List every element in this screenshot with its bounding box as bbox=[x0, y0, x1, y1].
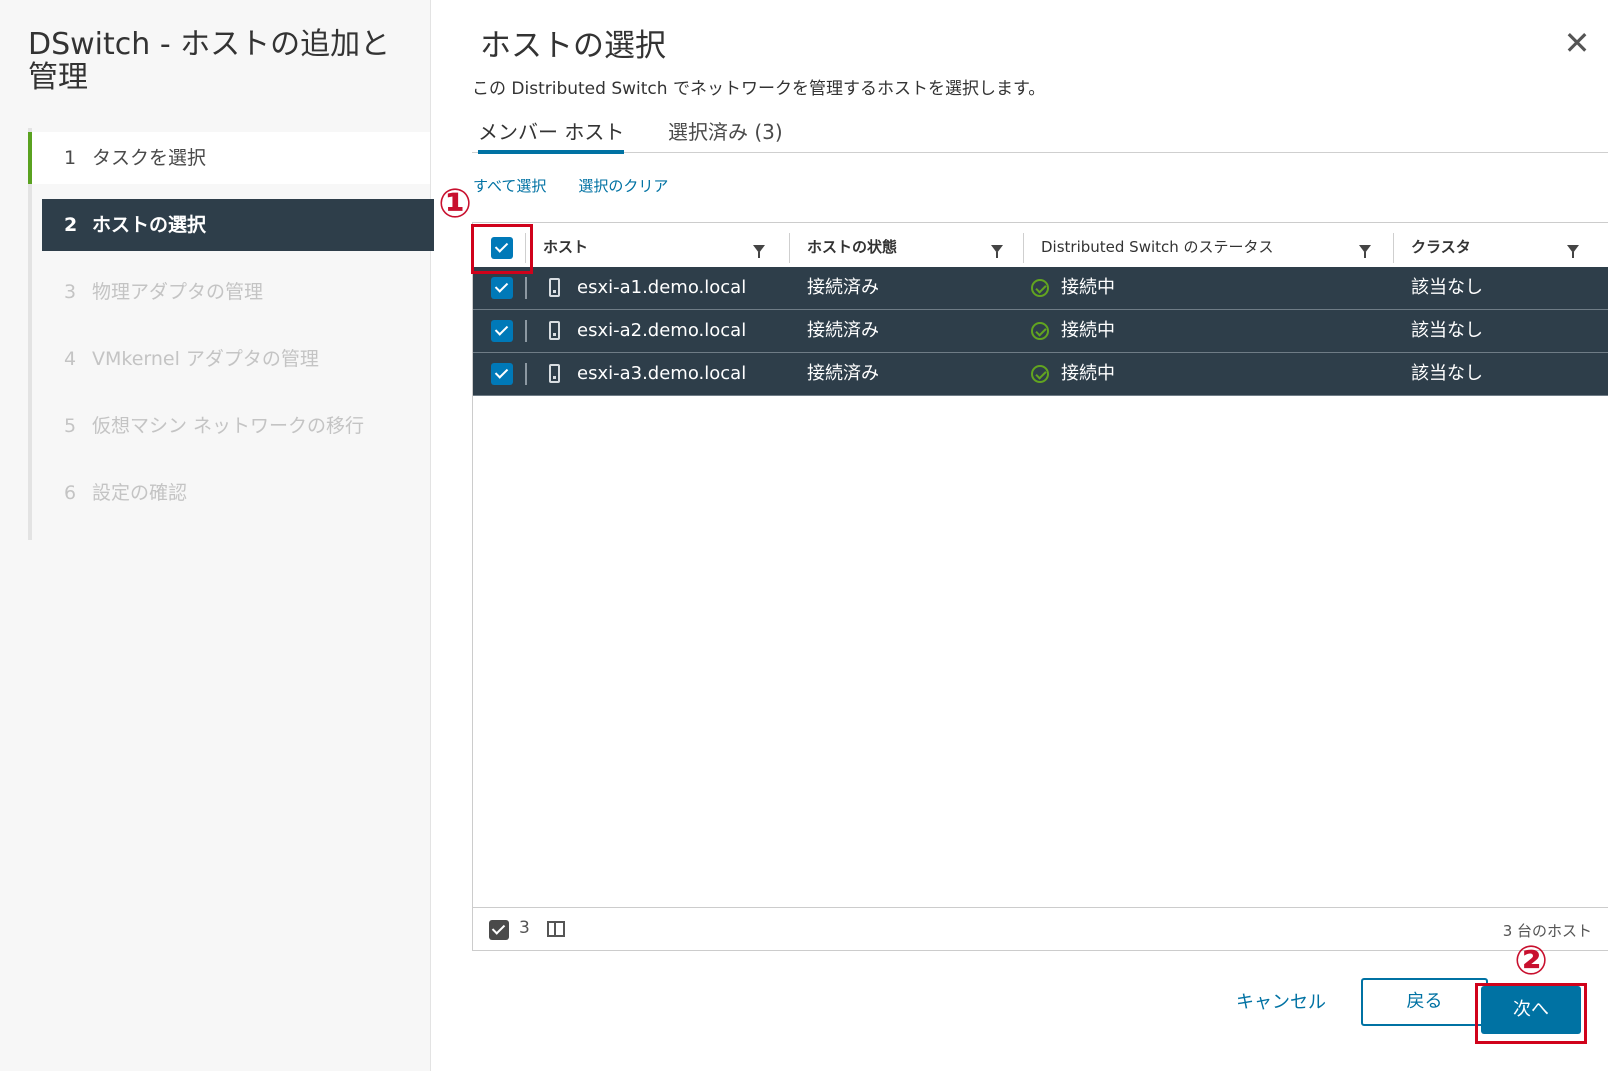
cell-host-state: 接続済み bbox=[807, 363, 879, 384]
select-all-link[interactable]: すべて選択 bbox=[473, 177, 546, 195]
row-divider bbox=[525, 320, 527, 342]
step-label: VMkernel アダプタの管理 bbox=[92, 348, 319, 370]
datagrid-footer: 3 3 台のホスト bbox=[473, 907, 1608, 952]
column-toggle-icon[interactable] bbox=[547, 921, 565, 937]
cell-ds-status: 接続中 bbox=[1061, 363, 1115, 384]
step-select-task[interactable]: 1 タスクを選択 bbox=[28, 132, 430, 184]
step-number: 5 bbox=[64, 415, 77, 437]
step-select-hosts[interactable]: 2 ホストの選択 bbox=[42, 199, 434, 251]
step-physical-adapters: 3 物理アダプタの管理 bbox=[32, 266, 263, 318]
check-circle-icon bbox=[1031, 279, 1049, 297]
step-label: 物理アダプタの管理 bbox=[92, 281, 264, 303]
hosts-datagrid: ホスト ホストの状態 Distributed Switch のステータス クラス… bbox=[472, 222, 1608, 951]
annotation-highlight-select-all bbox=[471, 224, 533, 274]
close-icon[interactable]: ✕ bbox=[1562, 27, 1592, 59]
column-separator bbox=[1393, 233, 1394, 263]
tab-member-hosts[interactable]: メンバー ホスト bbox=[478, 116, 625, 154]
host-icon bbox=[549, 364, 560, 383]
row-divider bbox=[525, 363, 527, 385]
check-circle-icon bbox=[1031, 322, 1049, 340]
wizard-title: DSwitch - ホストの追加と管理 bbox=[28, 27, 391, 95]
step-label: ホストの選択 bbox=[92, 214, 207, 236]
step-vmkernel-adapters: 4 VMkernel アダプタの管理 bbox=[32, 333, 319, 385]
tab-bar: メンバー ホスト 選択済み (3) bbox=[472, 112, 1608, 154]
cell-ds-status: 接続中 bbox=[1061, 320, 1115, 341]
filter-icon[interactable] bbox=[753, 245, 765, 258]
cell-host[interactable]: esxi-a2.demo.local bbox=[577, 310, 746, 352]
cell-ds-status: 接続中 bbox=[1061, 277, 1115, 298]
cell-host[interactable]: esxi-a1.demo.local bbox=[577, 267, 746, 309]
row-divider bbox=[525, 277, 527, 299]
selected-count-checkbox-icon bbox=[489, 920, 509, 940]
cell-cluster: 該当なし bbox=[1411, 320, 1483, 341]
annotation-highlight-next bbox=[1475, 983, 1587, 1044]
table-row[interactable]: esxi-a1.demo.local 接続済み 接続中 該当なし bbox=[473, 267, 1608, 310]
annotation-mark-1: ① bbox=[438, 181, 472, 227]
host-icon bbox=[549, 321, 560, 340]
selection-links: すべて選択 選択のクリア bbox=[473, 175, 700, 196]
step-number: 1 bbox=[64, 147, 77, 169]
host-icon bbox=[549, 278, 560, 297]
step-label: 設定の確認 bbox=[92, 482, 188, 504]
step-number: 2 bbox=[64, 214, 78, 236]
cell-cluster: 該当なし bbox=[1411, 277, 1483, 298]
row-checkbox[interactable] bbox=[491, 277, 513, 299]
wizard-steps: 1 タスクを選択 2 ホストの選択 3 物理アダプタの管理 4 VMkernel アダプ… bbox=[28, 128, 434, 540]
step-review-settings: 6 設定の確認 bbox=[32, 467, 187, 519]
step-label: 仮想マシン ネットワークの移行 bbox=[92, 415, 365, 437]
annotation-mark-2: ② bbox=[1514, 938, 1548, 984]
page-title: ホストの選択 bbox=[480, 28, 666, 64]
row-checkbox[interactable] bbox=[491, 363, 513, 385]
tab-selected[interactable]: 選択済み (3) bbox=[668, 116, 783, 150]
table-row[interactable]: esxi-a3.demo.local 接続済み 接続中 該当なし bbox=[473, 353, 1608, 396]
table-row[interactable]: esxi-a2.demo.local 接続済み 接続中 該当なし bbox=[473, 310, 1608, 353]
filter-icon[interactable] bbox=[1359, 245, 1371, 258]
clear-selection-link[interactable]: 選択のクリア bbox=[578, 177, 668, 195]
selected-count: 3 bbox=[519, 918, 530, 938]
column-separator bbox=[1023, 233, 1024, 263]
column-separator bbox=[789, 233, 790, 263]
wizard-sidebar: DSwitch - ホストの追加と管理 1 タスクを選択 2 ホストの選択 3 物理ア… bbox=[0, 0, 434, 1071]
back-button[interactable]: 戻る bbox=[1361, 978, 1488, 1026]
cell-host-state: 接続済み bbox=[807, 277, 879, 298]
cell-host-state: 接続済み bbox=[807, 320, 879, 341]
check-circle-icon bbox=[1031, 365, 1049, 383]
cancel-button[interactable]: キャンセル bbox=[1236, 988, 1326, 1014]
step-number: 6 bbox=[64, 482, 77, 504]
page-subtitle: この Distributed Switch でネットワークを管理するホストを選択… bbox=[472, 79, 1046, 99]
cell-host[interactable]: esxi-a3.demo.local bbox=[577, 353, 746, 395]
step-label: タスクを選択 bbox=[92, 147, 207, 169]
cell-cluster: 該当なし bbox=[1411, 363, 1483, 384]
filter-icon[interactable] bbox=[991, 245, 1003, 258]
row-checkbox[interactable] bbox=[491, 320, 513, 342]
filter-icon[interactable] bbox=[1567, 245, 1579, 258]
step-vm-network-migration: 5 仮想マシン ネットワークの移行 bbox=[32, 400, 364, 452]
step-number: 3 bbox=[64, 281, 77, 303]
step-number: 4 bbox=[64, 348, 77, 370]
